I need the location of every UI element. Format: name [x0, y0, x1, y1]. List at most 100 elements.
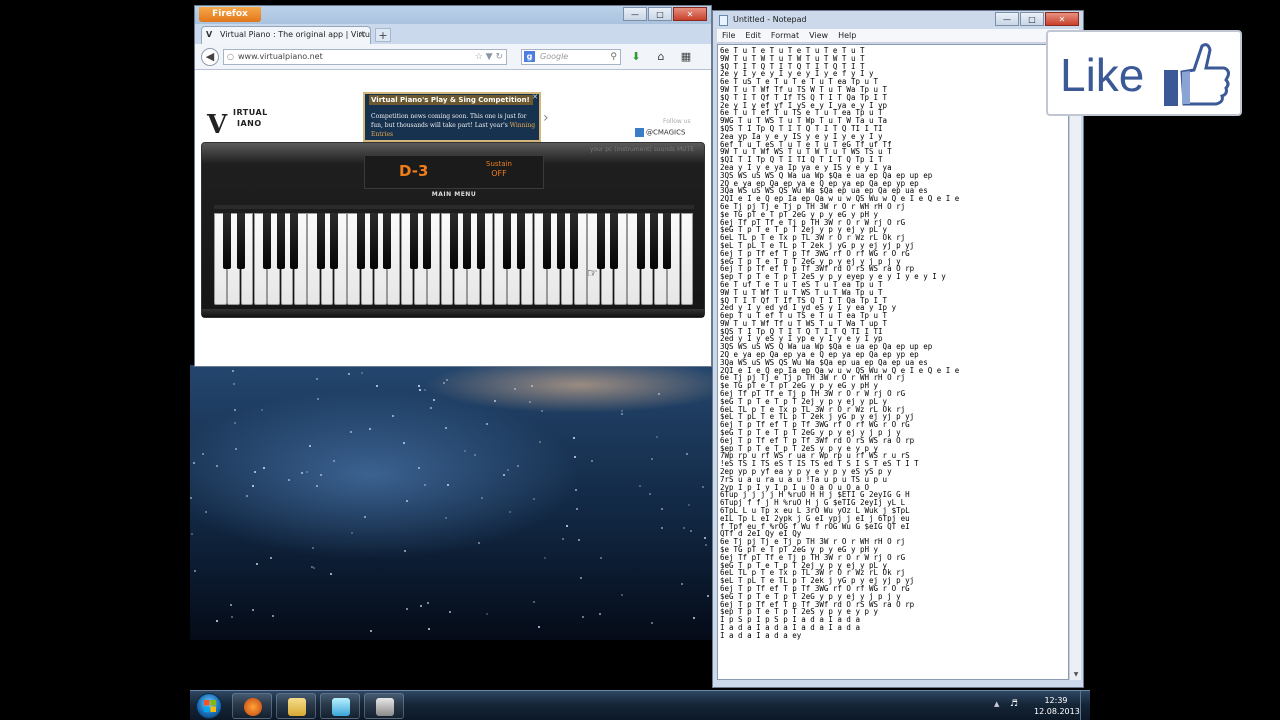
piano-black-key[interactable]: [516, 213, 525, 269]
notepad-minimize-button[interactable]: —: [995, 12, 1019, 26]
star: [649, 493, 651, 495]
new-tab-button[interactable]: +: [375, 28, 391, 42]
main-menu-button[interactable]: MAIN MENU: [418, 191, 490, 199]
virtualpiano-logo[interactable]: V IRTUAL IANO: [207, 106, 277, 140]
search-icon[interactable]: ⚲: [610, 50, 617, 64]
piano-black-key[interactable]: [263, 213, 272, 269]
piano-black-key[interactable]: [650, 213, 658, 269]
piano-black-key[interactable]: [463, 213, 472, 269]
star: [424, 484, 426, 486]
minimize-button[interactable]: —: [623, 7, 647, 21]
star: [681, 583, 683, 585]
piano-black-key[interactable]: [410, 213, 418, 269]
tab-close-icon[interactable]: ×: [358, 27, 366, 43]
piano-black-key[interactable]: [330, 213, 338, 269]
piano-black-key[interactable]: [290, 213, 298, 269]
piano-top-text: your pc (instrument) sounds MUTE: [589, 146, 694, 153]
star: [270, 557, 272, 559]
piano-black-key[interactable]: [610, 213, 618, 269]
taskbar-explorer[interactable]: [276, 693, 316, 719]
menu-edit[interactable]: Edit: [740, 29, 766, 42]
menu-help[interactable]: Help: [833, 29, 861, 42]
piano-black-key[interactable]: [370, 213, 378, 269]
logo-glyph: V: [207, 110, 228, 140]
piano-black-key[interactable]: [543, 213, 552, 269]
taskbar-other-app[interactable]: [364, 693, 404, 719]
piano-black-key[interactable]: [503, 213, 512, 269]
banner-close-icon[interactable]: ✕: [532, 93, 538, 101]
sustain-toggle[interactable]: Sustain OFF: [479, 159, 519, 179]
star: [481, 497, 483, 499]
system-tray: ▲ ♬ 12:39 12.08.2013: [990, 691, 1090, 720]
banner-next-arrow-icon[interactable]: ›: [543, 110, 549, 126]
star: [256, 563, 258, 565]
menu-format[interactable]: Format: [766, 29, 804, 42]
star: [445, 427, 447, 429]
browser-tab-title: Virtual Piano : The original app | Virtu…: [220, 30, 371, 39]
clock[interactable]: 12:39 12.08.2013: [1034, 695, 1080, 717]
thumbs-up-icon: [1164, 43, 1230, 106]
star: [316, 485, 318, 487]
star: [406, 500, 408, 502]
firefox-menu-button[interactable]: Firefox: [199, 7, 261, 22]
star: [419, 389, 421, 391]
star: [193, 462, 195, 464]
piano-black-key[interactable]: [383, 213, 392, 269]
like-overlay[interactable]: Like: [1046, 30, 1242, 116]
start-button[interactable]: [196, 693, 222, 719]
download-icon[interactable]: ⬇: [629, 50, 643, 64]
close-button[interactable]: ✕: [673, 7, 707, 21]
addon-menu-icon[interactable]: ▦: [679, 50, 693, 64]
piano-black-key[interactable]: [423, 213, 432, 269]
taskbar-firefox[interactable]: [232, 693, 272, 719]
star: [503, 474, 505, 476]
piano-black-key[interactable]: [570, 213, 578, 269]
notepad-text-area[interactable]: 6e T u T e T u T e T u T e T u T 9W T u T…: [717, 44, 1069, 680]
bookmark-star-icon[interactable]: ☆ ▼ ↻: [475, 50, 503, 64]
maximize-button[interactable]: □: [648, 7, 672, 21]
star: [474, 454, 476, 456]
star: [233, 383, 235, 385]
home-icon[interactable]: ⌂: [654, 50, 668, 64]
star: [311, 566, 313, 568]
piano-black-key[interactable]: [556, 213, 565, 269]
volume-icon[interactable]: ♬: [1010, 699, 1018, 709]
piano-keyboard[interactable]: [214, 213, 694, 305]
back-button[interactable]: ◀: [201, 48, 219, 66]
star: [544, 557, 546, 559]
virtualpiano-favicon-icon: V: [206, 30, 213, 39]
piano-black-key[interactable]: [236, 213, 245, 269]
competition-banner[interactable]: Virtual Piano's Play & Sing Competition!…: [363, 92, 541, 142]
piano-black-key[interactable]: [316, 213, 325, 269]
twitter-link[interactable]: @CMAGICS: [635, 128, 685, 137]
notepad-close-button[interactable]: ✕: [1045, 12, 1079, 26]
notepad-scrollbar[interactable]: ▲ ▼: [1069, 44, 1081, 680]
taskbar-notepad[interactable]: [320, 693, 360, 719]
star: [190, 497, 192, 499]
tray-expand-icon[interactable]: ▲: [994, 700, 999, 708]
notepad-maximize-button[interactable]: □: [1020, 12, 1044, 26]
piano-black-key[interactable]: [596, 213, 605, 269]
piano-white-key[interactable]: [680, 213, 694, 305]
piano-black-key[interactable]: [636, 213, 645, 269]
star: [651, 622, 653, 624]
menu-file[interactable]: File: [717, 29, 740, 42]
piano-black-key[interactable]: [476, 213, 485, 269]
star: [428, 628, 430, 630]
piano-black-key[interactable]: [450, 213, 458, 269]
piano-black-key[interactable]: [356, 213, 365, 269]
logo-text-line2: IANO: [237, 119, 262, 128]
url-bar[interactable]: ○ www.virtualpiano.net ☆ ▼ ↻: [223, 49, 507, 65]
twitter-handle: @CMAGICS: [646, 128, 686, 137]
browser-tab[interactable]: V Virtual Piano : The original app | Vir…: [201, 26, 371, 44]
twitter-icon: [635, 128, 644, 137]
piano-black-key[interactable]: [223, 213, 232, 269]
piano-black-key[interactable]: [663, 213, 672, 269]
show-desktop-button[interactable]: [1080, 691, 1090, 720]
search-box[interactable]: g Google ⚲: [521, 49, 621, 65]
star: [573, 437, 575, 439]
google-icon[interactable]: g: [524, 51, 535, 62]
scroll-down-icon[interactable]: ▼: [1071, 670, 1081, 680]
menu-view[interactable]: View: [804, 29, 833, 42]
piano-black-key[interactable]: [276, 213, 285, 269]
